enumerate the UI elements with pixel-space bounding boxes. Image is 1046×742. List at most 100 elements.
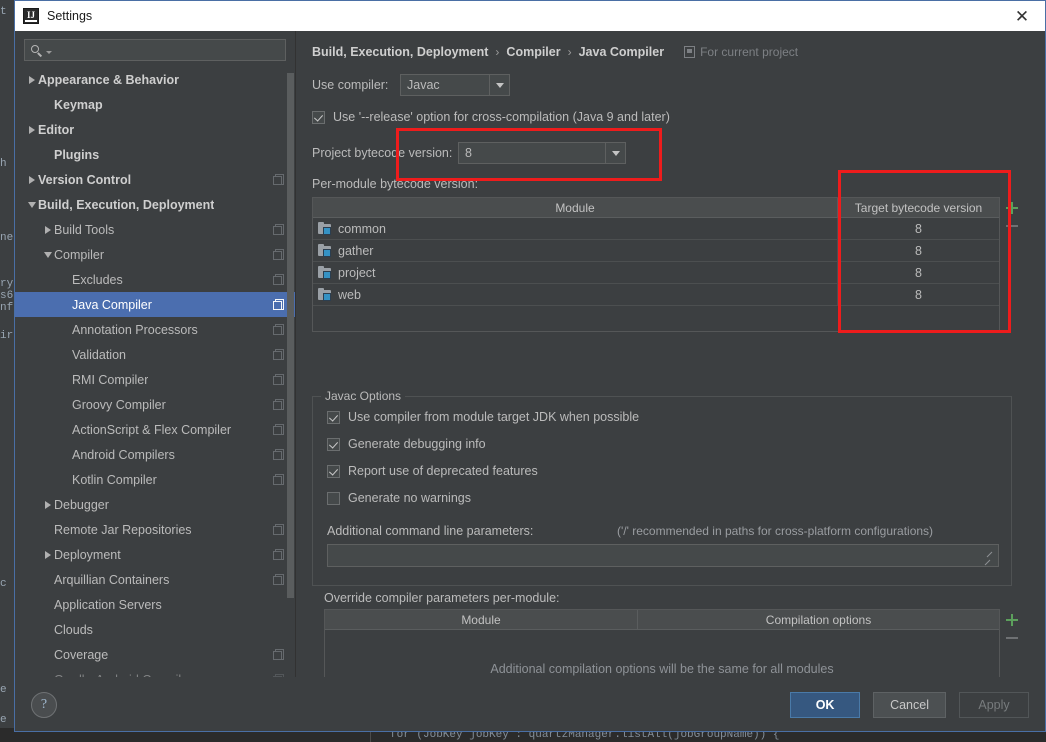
chevron-down-icon[interactable] [41,251,54,258]
scope-label: For current project [700,45,799,59]
additional-params-input[interactable] [327,544,999,567]
add-override-button[interactable] [1003,611,1021,629]
project-scope-icon [273,548,285,561]
javac-option-checkbox[interactable] [327,491,340,505]
sidebar-item-gradle-android-compiler[interactable]: Gradle-Android Compiler [15,667,295,677]
target-bytecode-cell[interactable]: 8 [837,240,999,261]
screenshot-root: t h ne ry s6 nf ir c e e for (JobKey job… [0,0,1046,742]
sidebar-item-deployment[interactable]: Deployment [15,542,295,567]
project-bytecode-row: Project bytecode version: 8 [312,142,1045,164]
chevron-right-icon[interactable] [25,75,38,84]
javac-option-row[interactable]: Generate no warnings [327,491,1011,505]
add-module-button[interactable] [1003,199,1021,217]
dialog-title: Settings [47,9,93,23]
target-bytecode-cell[interactable]: 8 [837,284,999,305]
sidebar-item-clouds[interactable]: Clouds [15,617,295,642]
sidebar-item-annotation-processors[interactable]: Annotation Processors [15,317,295,342]
chevron-right-icon[interactable] [41,225,54,234]
javac-option-label: Report use of deprecated features [348,464,538,478]
sidebar-item-build-execution-deployment[interactable]: Build, Execution, Deployment [15,192,295,217]
table-row[interactable]: web 8 [313,284,999,306]
sidebar-item-validation[interactable]: Validation [15,342,295,367]
sidebar-item-compiler[interactable]: Compiler [15,242,295,267]
chevron-down-icon[interactable] [605,143,625,163]
use-release-option-checkbox[interactable] [312,110,325,124]
ok-button[interactable]: OK [790,691,861,718]
search-input[interactable] [52,42,279,58]
additional-params-hint: ('/' recommended in paths for cross-plat… [617,524,934,538]
target-bytecode-cell[interactable]: 8 [837,218,999,239]
chevron-right-icon[interactable] [25,125,38,134]
project-scope-icon [273,673,285,677]
sidebar-item-application-servers[interactable]: Application Servers [15,592,295,617]
project-scope-icon [684,46,696,58]
table-row[interactable]: common 8 [313,218,999,240]
project-bytecode-select[interactable]: 8 [458,142,626,164]
settings-search-box[interactable] [24,39,286,61]
sidebar-item-android-compilers[interactable]: Android Compilers [15,442,295,467]
chevron-down-icon[interactable] [25,201,38,208]
cancel-button[interactable]: Cancel [873,691,946,718]
remove-module-button[interactable] [1003,217,1021,235]
sidebar-item-plugins[interactable]: Plugins [15,142,295,167]
sidebar-item-build-tools[interactable]: Build Tools [15,217,295,242]
settings-tree: Appearance & Behavior Keymap Editor Plugins… [15,67,295,677]
chevron-down-icon[interactable] [489,75,509,95]
help-button[interactable]: ? [31,691,57,718]
sidebar-item-label: Java Compiler [72,297,152,312]
apply-button[interactable]: Apply [959,691,1029,718]
table-row[interactable]: project 8 [313,262,999,284]
column-header-module[interactable]: Module [313,198,837,217]
additional-params-label: Additional command line parameters: [327,524,534,538]
sidebar-item-coverage[interactable]: Coverage [15,642,295,667]
sidebar-item-actionscript-flex-compiler[interactable]: ActionScript & Flex Compiler [15,417,295,442]
sidebar-item-arquillian-containers[interactable]: Arquillian Containers [15,567,295,592]
sidebar-item-editor[interactable]: Editor [15,117,295,142]
sidebar-item-label: Appearance & Behavior [38,72,180,87]
sidebar-scrollbar[interactable] [287,73,294,598]
sidebar-item-version-control[interactable]: Version Control [15,167,295,192]
sidebar-item-label: Compiler [54,247,105,262]
expand-icon[interactable] [983,553,994,564]
use-compiler-select[interactable]: Javac [400,74,510,96]
dialog-footer: ? OK Cancel Apply [15,677,1045,731]
sidebar-item-rmi-compiler[interactable]: RMI Compiler [15,367,295,392]
sidebar-item-kotlin-compiler[interactable]: Kotlin Compiler [15,467,295,492]
javac-option-row[interactable]: Generate debugging info [327,437,1011,451]
sidebar-item-groovy-compiler[interactable]: Groovy Compiler [15,392,295,417]
use-compiler-row: Use compiler: Javac [312,74,1045,96]
column-header-target-bytecode-version[interactable]: Target bytecode version [837,198,999,217]
remove-override-button[interactable] [1003,629,1021,647]
use-release-option-label: Use '--release' option for cross-compila… [333,110,670,124]
search-icon [31,44,44,57]
use-release-option-row[interactable]: Use '--release' option for cross-compila… [312,110,1045,124]
javac-options-group: Javac Options Use compiler from module t… [312,389,1012,586]
close-icon[interactable]: ✕ [999,1,1045,31]
sidebar-item-label: Version Control [38,172,132,187]
module-bytecode-table[interactable]: Module Target bytecode version common 8 ga… [312,197,1000,332]
sidebar-item-keymap[interactable]: Keymap [15,92,295,117]
table-header: Module Compilation options [325,610,999,630]
sidebar-item-label: Gradle-Android Compiler [54,673,192,678]
module-table-row: Module Target bytecode version common 8 ga… [312,197,1045,332]
sidebar-item-excludes[interactable]: Excludes [15,267,295,292]
sidebar-item-appearance-behavior[interactable]: Appearance & Behavior [15,67,295,92]
javac-option-checkbox[interactable] [327,437,340,451]
javac-option-row[interactable]: Report use of deprecated features [327,464,1011,478]
column-header-compilation-options[interactable]: Compilation options [637,610,999,629]
target-bytecode-cell[interactable]: 8 [837,262,999,283]
column-header-module[interactable]: Module [325,610,637,629]
javac-option-label: Generate no warnings [348,491,471,505]
chevron-right-icon[interactable] [41,500,54,509]
sidebar-item-java-compiler[interactable]: Java Compiler [15,292,295,317]
javac-option-checkbox[interactable] [327,410,340,424]
javac-option-checkbox[interactable] [327,464,340,478]
sidebar-item-debugger[interactable]: Debugger [15,492,295,517]
sidebar-item-remote-jar-repositories[interactable]: Remote Jar Repositories [15,517,295,542]
table-row[interactable]: gather 8 [313,240,999,262]
scope-note: For current project [684,45,798,59]
javac-option-row[interactable]: Use compiler from module target JDK when… [327,410,1011,424]
chevron-right-icon[interactable] [25,175,38,184]
override-compiler-params-table[interactable]: Module Compilation options Additional co… [324,609,1000,677]
chevron-right-icon[interactable] [41,550,54,559]
